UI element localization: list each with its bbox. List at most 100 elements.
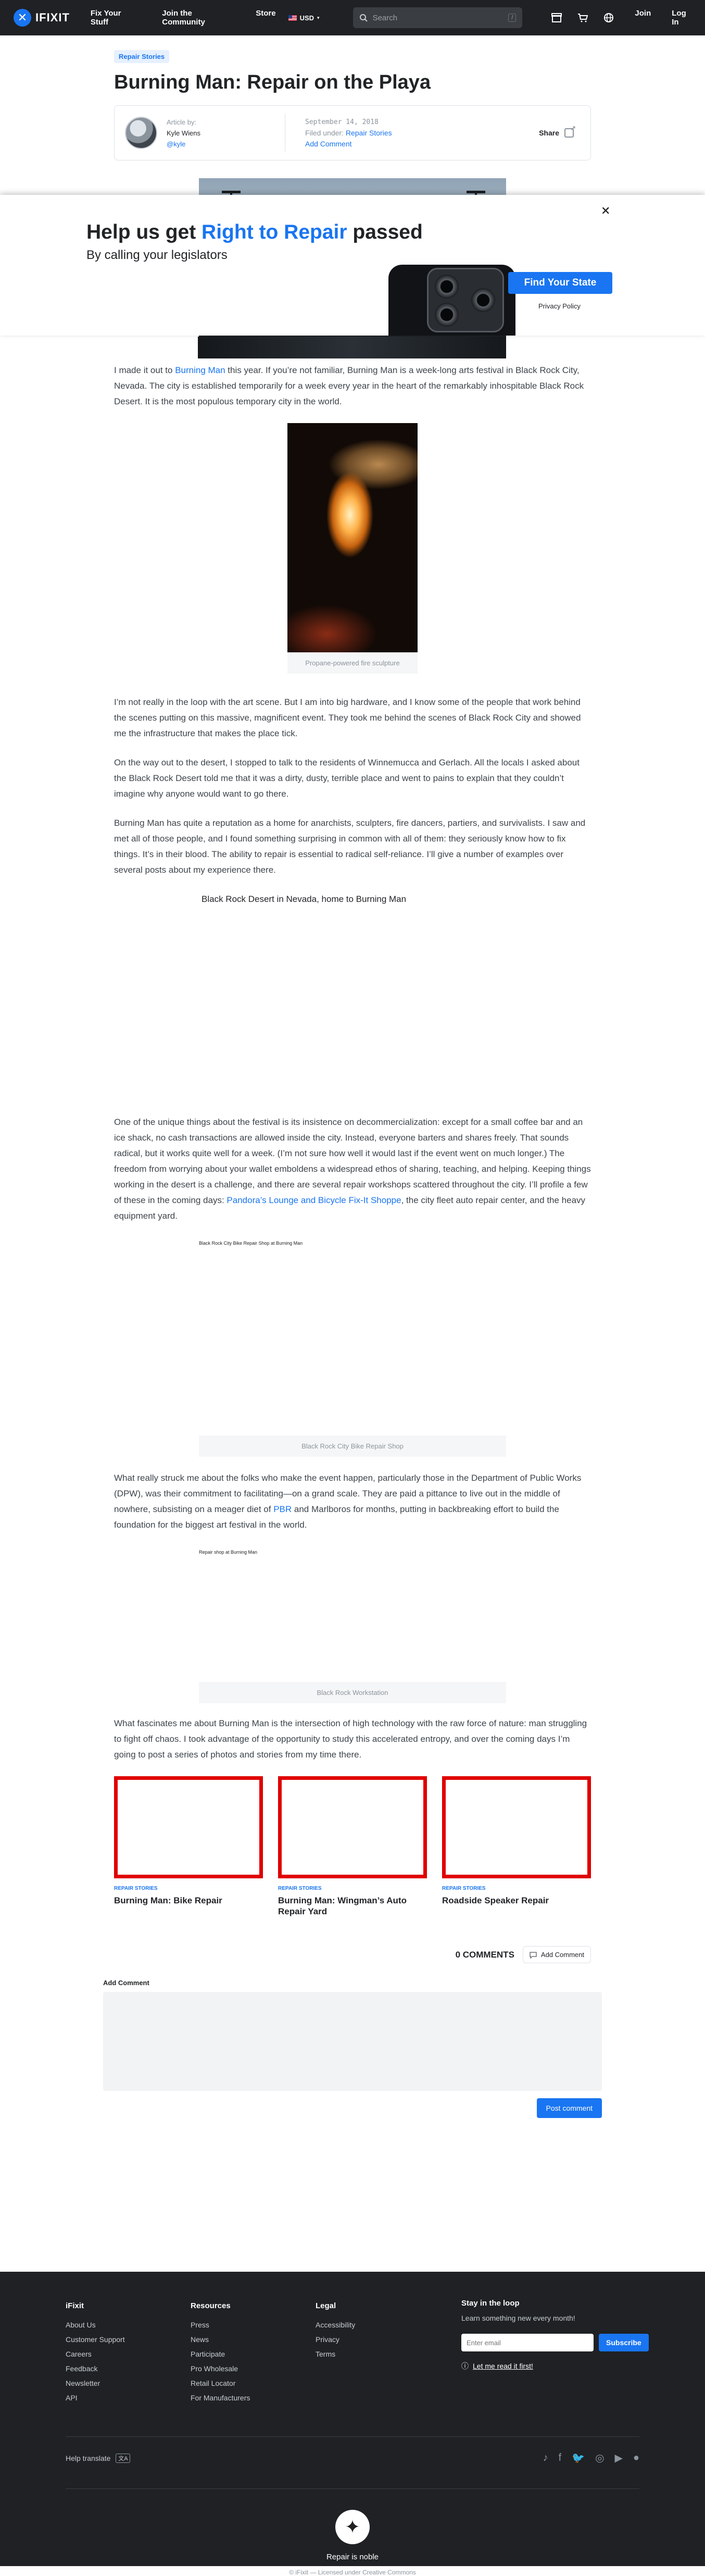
- comment-form: Add Comment Post comment: [103, 1979, 602, 2118]
- newsletter-text: Learn something new every month!: [461, 2314, 575, 2322]
- phone-camera-illustration: [427, 268, 504, 332]
- box-icon[interactable]: [551, 13, 562, 22]
- paragraph: One of the unique things about the festi…: [114, 1117, 591, 1221]
- footer-link[interactable]: Customer Support: [66, 2332, 191, 2347]
- help-translate-link[interactable]: Help translate 文A: [66, 2453, 131, 2463]
- hero-image-bottom-strip: [198, 337, 506, 358]
- footer-link[interactable]: Terms: [316, 2347, 440, 2361]
- footer-link[interactable]: API: [66, 2391, 191, 2405]
- comment-count: 0 COMMENTS: [455, 1949, 514, 1960]
- nav-link-fix-your-stuff[interactable]: Fix Your Stuff: [91, 9, 136, 27]
- footer-link[interactable]: About Us: [66, 2318, 191, 2332]
- chevron-down-icon: ▾: [317, 15, 320, 20]
- related-card[interactable]: REPAIR STORIES Roadside Speaker Repair: [442, 1776, 591, 1917]
- footer-link[interactable]: News: [191, 2332, 316, 2347]
- search-shortcut-hint: /: [508, 14, 517, 22]
- footer-columns: iFixit About Us Customer Support Careers…: [0, 2272, 705, 2405]
- related-card-title[interactable]: Burning Man: Wingman’s Auto Repair Yard: [278, 1895, 427, 1917]
- newsletter-email-input[interactable]: [461, 2334, 594, 2351]
- mastodon-icon[interactable]: ●: [633, 2452, 639, 2464]
- repair-is-noble-logo-icon: ✦: [335, 2510, 370, 2544]
- related-card-tag: REPAIR STORIES: [278, 1886, 322, 1891]
- related-card-image: [442, 1776, 591, 1878]
- globe-icon[interactable]: [603, 13, 614, 23]
- related-articles: REPAIR STORIES Burning Man: Bike Repair …: [114, 1776, 591, 1917]
- currency-selector[interactable]: USD ▾: [288, 14, 320, 22]
- filed-label: Filed under:: [305, 128, 344, 137]
- related-card-title[interactable]: Burning Man: Bike Repair: [114, 1895, 263, 1906]
- read-first-link[interactable]: ⓘ Let me read it first!: [461, 2361, 649, 2371]
- close-icon[interactable]: ✕: [601, 204, 610, 218]
- add-comment-link[interactable]: Add Comment: [305, 140, 351, 148]
- pbr-link[interactable]: PBR: [273, 1504, 292, 1514]
- nav-link-community[interactable]: Join the Community: [162, 9, 230, 27]
- footer-link[interactable]: Feedback: [66, 2361, 191, 2376]
- article-body: One of the unique things about the festi…: [114, 1114, 591, 1224]
- paragraph: On the way out to the desert, I stopped …: [114, 758, 580, 799]
- footer-link[interactable]: Pro Wholesale: [191, 2361, 316, 2376]
- fire-sculpture-figure: Propane-powered fire sculpture: [287, 423, 418, 674]
- footer-utility-bar: Help translate 文A ♪ f 🐦 ◎ ▶ ●: [66, 2436, 639, 2464]
- search-input[interactable]: [372, 13, 503, 22]
- twitter-icon[interactable]: 🐦: [572, 2451, 585, 2464]
- footer-link[interactable]: Participate: [191, 2347, 316, 2361]
- footer-link[interactable]: Accessibility: [316, 2318, 440, 2332]
- filed-category-link[interactable]: Repair Stories: [346, 129, 392, 137]
- footer-link[interactable]: Privacy: [316, 2332, 440, 2347]
- nav-link-store[interactable]: Store: [256, 9, 275, 27]
- add-comment-button[interactable]: Add Comment: [522, 1946, 591, 1963]
- footer-link[interactable]: Retail Locator: [191, 2376, 316, 2391]
- footer-link[interactable]: Newsletter: [66, 2376, 191, 2391]
- article-body: What really struck me about the folks wh…: [114, 1470, 591, 1533]
- tiktok-icon[interactable]: ♪: [543, 2452, 548, 2464]
- banner-subheadline: By calling your legislators: [86, 248, 228, 262]
- footer-heading: Legal: [316, 2301, 336, 2310]
- paragraph: What fascinates me about Burning Man is …: [114, 1718, 587, 1760]
- instagram-icon[interactable]: ◎: [595, 2451, 604, 2464]
- camera-lens: [471, 288, 495, 312]
- paragraph: What really struck me about the folks wh…: [114, 1473, 582, 1530]
- author-name[interactable]: Kyle Wiens: [167, 128, 200, 139]
- pandoras-lounge-link[interactable]: Pandora’s Lounge and Bicycle Fix-It Shop…: [226, 1195, 401, 1205]
- facebook-icon[interactable]: f: [559, 2452, 562, 2464]
- camera-lens: [435, 275, 459, 299]
- footer-link[interactable]: For Manufacturers: [191, 2391, 316, 2405]
- paragraph: Burning Man has quite a reputation as a …: [114, 818, 586, 875]
- paragraph: I’m not really in the loop with the art …: [114, 697, 581, 738]
- related-card[interactable]: REPAIR STORIES Burning Man: Bike Repair: [114, 1776, 263, 1917]
- footer-link[interactable]: Press: [191, 2318, 316, 2332]
- article-tag[interactable]: Repair Stories: [114, 50, 170, 63]
- find-your-state-button[interactable]: Find Your State: [508, 272, 612, 294]
- join-link[interactable]: Join: [635, 9, 651, 27]
- right-to-repair-banner: ✕ Help us get Right to Repair passed By …: [0, 195, 705, 336]
- related-card-title[interactable]: Roadside Speaker Repair: [442, 1895, 591, 1906]
- comment-textarea[interactable]: [103, 1992, 602, 2091]
- author-avatar[interactable]: [125, 117, 157, 149]
- question-icon: ⓘ: [461, 2362, 469, 2370]
- author-handle[interactable]: @kyle: [167, 140, 185, 148]
- burning-man-link[interactable]: Burning Man: [175, 365, 225, 375]
- related-card-tag: REPAIR STORIES: [114, 1886, 158, 1891]
- post-comment-button[interactable]: Post comment: [536, 2098, 602, 2118]
- youtube-icon[interactable]: ▶: [615, 2451, 623, 2464]
- article-body: I made it out to Burning Man this year. …: [114, 363, 591, 410]
- comments-header: 0 COMMENTS Add Comment: [114, 1946, 591, 1963]
- ifixit-logo[interactable]: ✕ IFIXIT: [14, 9, 70, 27]
- image-gallery: Repair shop at Burning Man Black Rock Wo…: [199, 1546, 506, 1703]
- footer-column-ifixit: iFixit About Us Customer Support Careers…: [66, 2299, 191, 2405]
- footer-tagline: Repair is noble: [326, 2553, 379, 2561]
- fire-sculpture-image: [287, 423, 418, 652]
- article-title: Burning Man: Repair on the Playa: [114, 71, 431, 93]
- banner-headline: Help us get Right to Repair passed: [86, 221, 423, 243]
- related-card-tag: REPAIR STORIES: [442, 1886, 486, 1891]
- footer-link[interactable]: Careers: [66, 2347, 191, 2361]
- newsletter-heading: Stay in the loop: [461, 2299, 520, 2308]
- subscribe-button[interactable]: Subscribe: [599, 2334, 649, 2351]
- login-link[interactable]: Log In: [672, 9, 691, 27]
- privacy-policy-link[interactable]: Privacy Policy: [538, 302, 581, 310]
- map-embed: Black Rock Desert in Nevada, home to Bur…: [114, 891, 591, 1114]
- cart-icon[interactable]: [577, 13, 588, 22]
- related-card[interactable]: REPAIR STORIES Burning Man: Wingman’s Au…: [278, 1776, 427, 1917]
- share-button[interactable]: Share: [533, 124, 580, 142]
- article-meta: Article by: Kyle Wiens @kyle September 1…: [114, 105, 591, 160]
